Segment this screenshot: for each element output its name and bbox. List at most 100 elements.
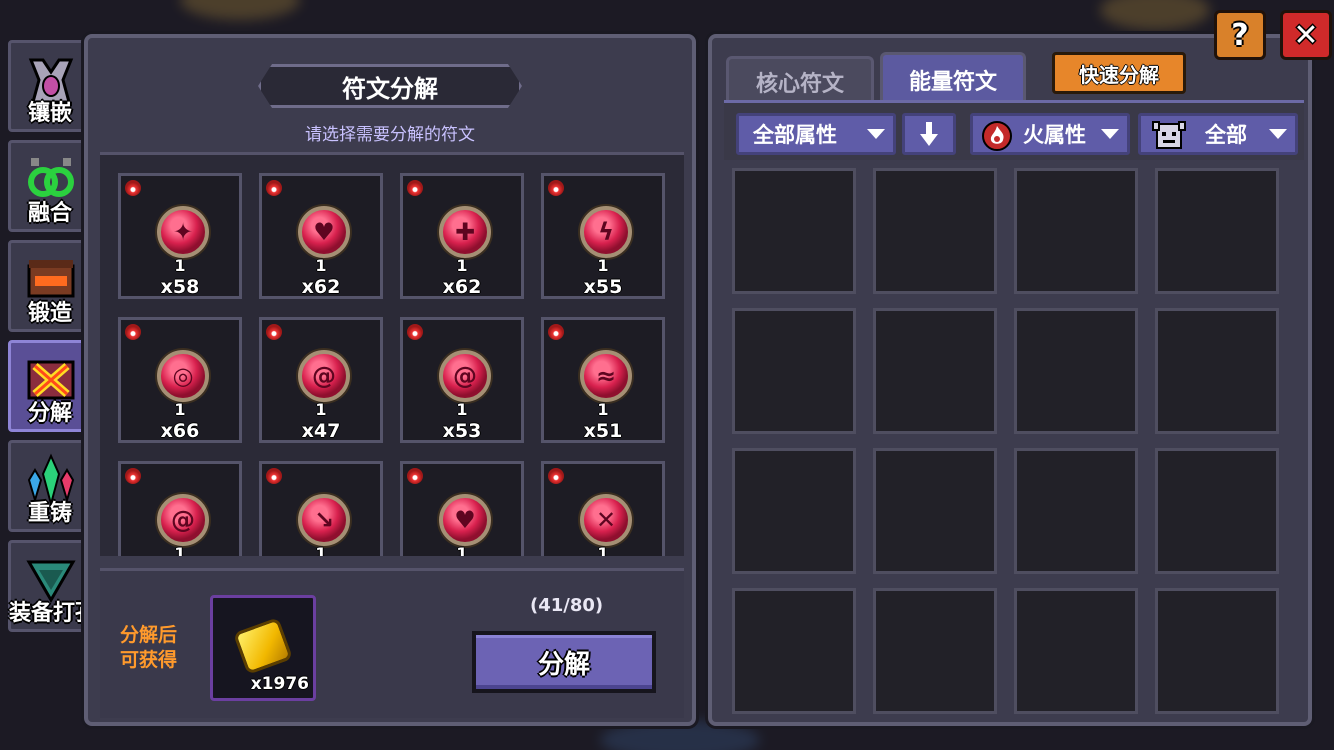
reward-item[interactable]: x1976 <box>210 595 316 701</box>
element-filter-dropdown[interactable]: 火属性 <box>970 113 1130 155</box>
decompose-button[interactable]: 分解 <box>472 631 656 693</box>
rune-item[interactable]: ϟ 1 x55 <box>541 173 665 299</box>
rune-grid: ✦ 1 x58 ♥ 1 x62 ✚ 1 x62 ϟ 1 x55 ◎ 1 x66 @1 x47 @1 x53 ≈1 x51… <box>100 152 684 556</box>
nav-item-recast[interactable]: 重铸 <box>8 440 92 532</box>
rune-item[interactable]: ♥ 1 <box>400 461 524 556</box>
empty-rune-slot[interactable] <box>1155 308 1279 434</box>
reward-label-line2: 可获得 <box>120 649 178 671</box>
empty-rune-slot[interactable] <box>1014 168 1138 294</box>
empty-rune-slot[interactable] <box>732 588 856 714</box>
help-button[interactable]: ? <box>1214 10 1266 60</box>
rune-level: 1 <box>315 544 327 556</box>
empty-rune-slot[interactable] <box>732 308 856 434</box>
rune-item[interactable]: ◎ 1 x66 <box>118 317 242 443</box>
rune-level: 1 <box>597 256 609 275</box>
rune-level: 1 <box>174 544 186 556</box>
empty-rune-slot[interactable] <box>873 448 997 574</box>
monster-category-icon <box>1152 121 1186 149</box>
empty-rune-slot[interactable] <box>873 588 997 714</box>
empty-rune-slot[interactable] <box>1155 168 1279 294</box>
tab-energy-runes[interactable]: 能量符文 <box>880 52 1026 104</box>
quick-decompose-button[interactable]: 快速分解 <box>1052 52 1186 94</box>
rune-level: 1 <box>456 256 468 275</box>
fire-element-icon <box>125 180 141 196</box>
sort-button[interactable] <box>902 113 956 155</box>
fire-element-icon <box>125 468 141 484</box>
chevron-down-icon <box>867 129 885 139</box>
attribute-filter-dropdown[interactable]: 全部属性 <box>736 113 896 155</box>
reward-label: 分解后 可获得 <box>120 623 177 673</box>
chevron-down-icon <box>1101 129 1119 139</box>
fire-element-icon <box>407 324 423 340</box>
rune-item[interactable]: @1 x53 <box>400 317 524 443</box>
rune-level: 1 <box>174 400 186 419</box>
rune-level: 1 <box>456 544 468 556</box>
fire-element-icon <box>548 180 564 196</box>
empty-rune-slot[interactable] <box>1014 448 1138 574</box>
energy-rune-icon: ↘ <box>298 494 350 546</box>
background-decoration <box>1100 0 1210 30</box>
rune-count: x62 <box>301 276 341 298</box>
energy-rune-icon: @ <box>157 494 209 546</box>
rune-count: x51 <box>583 420 623 442</box>
empty-rune-slot[interactable] <box>732 168 856 294</box>
rune-level: 1 <box>174 256 186 275</box>
rune-item[interactable]: ✚ 1 x62 <box>400 173 524 299</box>
reward-label-line1: 分解后 <box>120 624 178 646</box>
fire-element-icon <box>266 324 282 340</box>
nav-item-fusion[interactable]: 融合 <box>8 140 92 232</box>
rune-count: x53 <box>442 420 482 442</box>
capacity-counter: (41/80) <box>530 595 604 616</box>
nav-item-decompose[interactable]: 分解 <box>8 340 92 432</box>
empty-rune-slot[interactable] <box>1014 588 1138 714</box>
rune-item[interactable]: ≈1 x51 <box>541 317 665 443</box>
fire-element-icon <box>266 180 282 196</box>
empty-rune-slot[interactable] <box>873 168 997 294</box>
energy-rune-icon: ≈ <box>580 350 632 402</box>
rune-count: x62 <box>442 276 482 298</box>
element-filter-label: 火属性 <box>1023 123 1086 147</box>
energy-rune-icon: ♥ <box>439 494 491 546</box>
rune-item[interactable]: ↘ 1 <box>259 461 383 556</box>
nav-item-forge[interactable]: 锻造 <box>8 240 92 332</box>
nav-label: 融合 <box>27 201 72 226</box>
fire-element-icon <box>266 468 282 484</box>
arrow-down-icon <box>920 122 938 146</box>
rune-item[interactable]: @1 <box>118 461 242 556</box>
rune-level: 1 <box>456 400 468 419</box>
rune-item[interactable]: ✦ 1 x58 <box>118 173 242 299</box>
empty-rune-slot[interactable] <box>732 448 856 574</box>
fire-element-icon <box>548 468 564 484</box>
rune-count: x58 <box>160 276 200 298</box>
rune-essence-icon <box>232 617 294 675</box>
rune-count: x47 <box>301 420 341 442</box>
rune-slot-grid <box>732 168 1292 718</box>
empty-rune-slot[interactable] <box>1155 448 1279 574</box>
fire-element-icon <box>407 180 423 196</box>
energy-rune-icon: ◎ <box>157 350 209 402</box>
close-button[interactable]: ✕ <box>1280 10 1332 60</box>
energy-rune-icon: ✕ <box>580 494 632 546</box>
rune-count: x55 <box>583 276 623 298</box>
nav-label: 重铸 <box>27 501 72 526</box>
tab-core-runes[interactable]: 核心符文 <box>726 56 874 104</box>
reward-count: x1976 <box>250 674 309 694</box>
rune-item[interactable]: @1 x47 <box>259 317 383 443</box>
rune-item[interactable]: ♥ 1 x62 <box>259 173 383 299</box>
energy-rune-icon: ✚ <box>439 206 491 258</box>
empty-rune-slot[interactable] <box>1014 308 1138 434</box>
energy-rune-icon: ♥ <box>298 206 350 258</box>
nav-item-inlay[interactable]: 镶嵌 <box>8 40 92 132</box>
rune-count: x66 <box>160 420 200 442</box>
empty-rune-slot[interactable] <box>1155 588 1279 714</box>
decompose-panel: 符文分解 请选择需要分解的符文 ✦ 1 x58 ♥ 1 x62 ✚ 1 x62 ϟ 1 x55 ◎ 1 x6… <box>84 34 696 726</box>
rune-inventory-panel: 核心符文 能量符文 快速分解 全部属性 火属性 全部 <box>708 34 1312 726</box>
category-filter-dropdown[interactable]: 全部 <box>1138 113 1298 155</box>
rune-item[interactable]: ✕ 1 <box>541 461 665 556</box>
energy-rune-icon: ✦ <box>157 206 209 258</box>
nav-item-socket-drill[interactable]: 装备打孔 <box>8 540 97 632</box>
fire-element-icon <box>407 468 423 484</box>
category-filter-label: 全部 <box>1205 123 1247 147</box>
background-decoration <box>180 0 300 20</box>
empty-rune-slot[interactable] <box>873 308 997 434</box>
